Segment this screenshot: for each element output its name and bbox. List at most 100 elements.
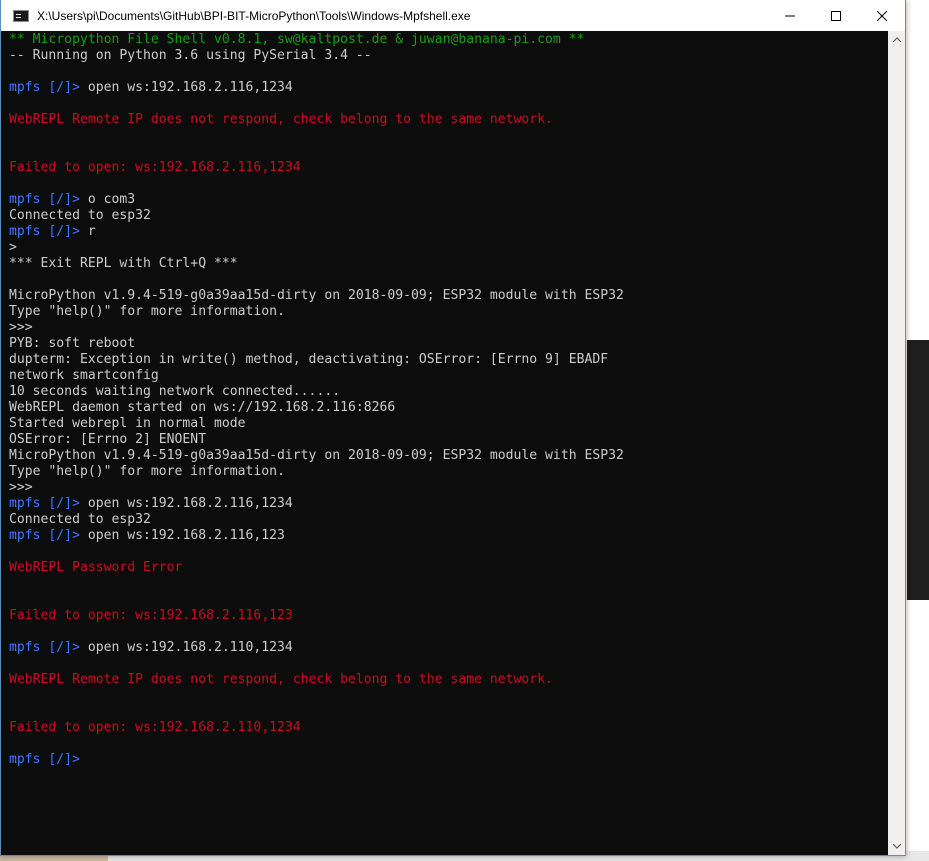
shell-prompt: mpfs [/]>	[9, 528, 88, 543]
console-line: *** Exit REPL with Ctrl+Q ***	[9, 256, 624, 272]
console-line-text: Started webrepl in normal mode	[9, 416, 246, 431]
shell-prompt: mpfs [/]>	[9, 640, 88, 655]
console-output[interactable]: ** Micropython File Shell v0.8.1, sw@kal…	[1, 31, 888, 855]
console-line: Connected to esp32	[9, 208, 624, 224]
console-window[interactable]: X:\Users\pi\Documents\GitHub\BPI-BIT-Mic…	[0, 0, 906, 856]
console-line: OSError: [Errno 2] ENOENT	[9, 432, 624, 448]
console-line-text: -- Running on Python 3.6 using PySerial …	[9, 48, 372, 63]
console-line: WebREPL Remote IP does not respond, chec…	[9, 672, 624, 688]
maximize-icon	[831, 10, 841, 21]
console-line: Type "help()" for more information.	[9, 464, 624, 480]
console-line: 10 seconds waiting network connected....…	[9, 384, 624, 400]
console-line: Started webrepl in normal mode	[9, 416, 624, 432]
console-line-text: *** Exit REPL with Ctrl+Q ***	[9, 256, 238, 271]
prompt-line: mpfs [/]>	[9, 752, 624, 768]
console-line-text: open ws:192.168.2.116,1234	[87, 496, 293, 511]
scroll-down-button[interactable]	[888, 838, 905, 855]
prompt-line: mpfs [/]> open ws:192.168.2.116,1234	[9, 496, 624, 512]
prompt-line: mpfs [/]> r	[9, 224, 624, 240]
console-line-text: open ws:192.168.2.116,123	[87, 528, 285, 543]
console-line-text: open ws:192.168.2.116,1234	[87, 80, 293, 95]
console-line-text: open ws:192.168.2.110,1234	[87, 640, 293, 655]
vertical-scrollbar[interactable]	[888, 31, 905, 855]
console-line: Type "help()" for more information.	[9, 304, 624, 320]
title-bar[interactable]: X:\Users\pi\Documents\GitHub\BPI-BIT-Mic…	[1, 0, 905, 31]
console-line-text: >	[9, 240, 17, 255]
console-line: -- Running on Python 3.6 using PySerial …	[9, 48, 624, 64]
console-line-text: network smartconfig	[9, 368, 159, 383]
background-window-edge	[905, 0, 929, 861]
console-line: Failed to open: ws:192.168.2.110,1234	[9, 720, 624, 736]
console-line: >>>	[9, 480, 624, 496]
console-line-text: WebREPL Password Error	[9, 560, 183, 575]
console-line: WebREPL daemon started on ws://192.168.2…	[9, 400, 624, 416]
console-line: ** Micropython File Shell v0.8.1, sw@kal…	[9, 32, 624, 48]
console-line: MicroPython v1.9.4-519-g0a39aa15d-dirty …	[9, 448, 624, 464]
console-line-text: >>>	[9, 480, 33, 495]
console-line-text: Type "help()" for more information.	[9, 304, 285, 319]
console-line: WebREPL Password Error	[9, 560, 624, 576]
window-title: X:\Users\pi\Documents\GitHub\BPI-BIT-Mic…	[37, 8, 471, 23]
console-line-text: Connected to esp32	[9, 208, 151, 223]
console-line-text: o com3	[87, 192, 136, 207]
console-app-icon[interactable]	[13, 9, 29, 22]
console-line-text: dupterm: Exception in write() method, de…	[9, 352, 609, 367]
maximize-button[interactable]	[813, 0, 859, 31]
console-line-text: Failed to open: ws:192.168.2.116,1234	[9, 160, 301, 175]
close-icon	[877, 10, 887, 21]
console-line: Failed to open: ws:192.168.2.116,123	[9, 608, 624, 624]
console-line-text: PYB: soft reboot	[9, 336, 136, 351]
console-line-text: ** Micropython File Shell v0.8.1, sw@kal…	[9, 32, 585, 47]
prompt-line: mpfs [/]> open ws:192.168.2.116,123	[9, 528, 624, 544]
console-line: MicroPython v1.9.4-519-g0a39aa15d-dirty …	[9, 288, 624, 304]
console-line-text: >>>	[9, 320, 33, 335]
chevron-down-icon	[892, 844, 901, 849]
shell-prompt: mpfs [/]>	[9, 192, 88, 207]
console-line-text: MicroPython v1.9.4-519-g0a39aa15d-dirty …	[9, 288, 624, 303]
console-text: ** Micropython File Shell v0.8.1, sw@kal…	[9, 32, 624, 768]
chevron-up-icon	[892, 37, 901, 42]
console-line-text: WebREPL Remote IP does not respond, chec…	[9, 112, 553, 127]
console-line-text: Connected to esp32	[9, 512, 151, 527]
console-line: Failed to open: ws:192.168.2.116,1234	[9, 160, 624, 176]
shell-prompt: mpfs [/]>	[9, 496, 88, 511]
shell-prompt: mpfs [/]>	[9, 752, 88, 767]
console-line-text: Type "help()" for more information.	[9, 464, 285, 479]
minimize-button[interactable]	[767, 0, 813, 31]
prompt-line: mpfs [/]> open ws:192.168.2.110,1234	[9, 640, 624, 656]
prompt-line: mpfs [/]> o com3	[9, 192, 624, 208]
console-line-text: 10 seconds waiting network connected....…	[9, 384, 341, 399]
console-line-text: MicroPython v1.9.4-519-g0a39aa15d-dirty …	[9, 448, 624, 463]
scrollbar-track[interactable]	[890, 48, 903, 838]
console-line: >>>	[9, 320, 624, 336]
shell-prompt: mpfs [/]>	[9, 80, 88, 95]
console-line: PYB: soft reboot	[9, 336, 624, 352]
console-line: dupterm: Exception in write() method, de…	[9, 352, 624, 368]
console-line-text: Failed to open: ws:192.168.2.110,1234	[9, 720, 301, 735]
minimize-icon	[785, 15, 795, 16]
scroll-up-button[interactable]	[888, 31, 905, 48]
console-line-text: r	[87, 224, 96, 239]
console-line: Connected to esp32	[9, 512, 624, 528]
close-button[interactable]	[859, 0, 905, 31]
prompt-line: mpfs [/]> open ws:192.168.2.116,1234	[9, 80, 624, 96]
shell-prompt: mpfs [/]>	[9, 224, 88, 239]
console-line: WebREPL Remote IP does not respond, chec…	[9, 112, 624, 128]
console-line-text: WebREPL Remote IP does not respond, chec…	[9, 672, 553, 687]
console-line-text: WebREPL daemon started on ws://192.168.2…	[9, 400, 396, 415]
console-line-text: OSError: [Errno 2] ENOENT	[9, 432, 207, 447]
